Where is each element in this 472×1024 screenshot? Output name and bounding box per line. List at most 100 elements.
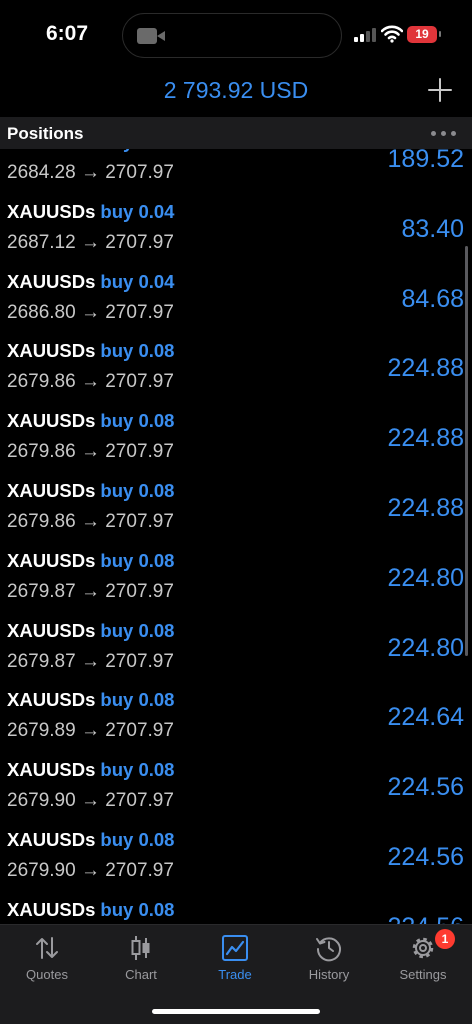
position-profit: 224.88 <box>387 354 464 383</box>
position-prices: 2679.90 → 2707.97 <box>7 790 174 812</box>
position-symbol: XAUUSDs <box>7 689 96 711</box>
position-instrument: XAUUSDsbuy 0.08 <box>7 550 174 572</box>
position-prices: 2679.90 → 2707.97 <box>7 859 174 881</box>
notification-badge: 1 <box>435 929 455 949</box>
tab-label: Chart <box>125 967 157 982</box>
position-prices: 2679.87 → 2707.97 <box>7 580 174 602</box>
position-row[interactable]: XAUUSDs buy 0.08 2679.86 → 2707.97 224.88 <box>0 476 472 546</box>
position-profit: 224.88 <box>387 424 464 453</box>
position-instrument: XAUUSDsbuy 0.08 <box>7 340 174 362</box>
position-profit: 224.80 <box>387 633 464 662</box>
position-row[interactable]: XAUUSDs buy 0.04 2687.12 → 2707.97 83.40 <box>0 197 472 267</box>
position-profit: 84.68 <box>401 284 464 313</box>
position-instrument: XAUUSDs buy 0.04 <box>7 201 174 223</box>
position-side-volume: buy 0.08 <box>100 549 175 571</box>
position-side-volume: buy 0.08 <box>100 479 175 501</box>
section-title: Positions <box>7 124 84 143</box>
position-side-volume: buy 0.08 <box>100 689 175 711</box>
position-instrument: XAUUSDsbuy 0.08 <box>7 829 174 851</box>
position-side-volume: buy 0.08 <box>100 828 175 850</box>
position-profit: 224.80 <box>387 563 464 592</box>
position-symbol: XAUUSDs <box>7 270 96 292</box>
wifi-icon <box>381 25 403 43</box>
quotes-arrows-icon <box>36 937 58 959</box>
position-symbol: XAUUSDs <box>7 410 96 432</box>
position-prices: 2679.87 → 2707.97 <box>7 650 174 672</box>
position-profit: 189.52 <box>387 149 464 173</box>
positions-list[interactable]: XAUUSDsbuy 0.082684.28 → 2707.97189.52XA… <box>0 149 472 924</box>
position-prices: 2679.89 → 2707.97 <box>7 720 174 742</box>
position-profit: 224.56 <box>387 773 464 802</box>
position-symbol: XAUUSDs <box>7 549 96 571</box>
account-balance[interactable]: 2 793.92 USD <box>0 77 472 104</box>
position-row[interactable]: XAUUSDs buy 0.08 2679.87 → 2707.97 224.80 <box>0 546 472 616</box>
clock: 6:07 <box>46 22 89 45</box>
cellular-signal-icon <box>354 28 376 42</box>
trade-chart-icon <box>222 935 248 961</box>
tab-label: Quotes <box>26 967 68 982</box>
positions-section-header: Positions <box>0 117 472 149</box>
position-row[interactable]: XAUUSDs buy 0.08 2684.28 → 2707.97 189.52 <box>0 149 472 197</box>
tab-chart[interactable]: Chart <box>94 925 188 995</box>
position-prices: 2686.80 → 2707.97 <box>7 301 174 323</box>
position-symbol: XAUUSDs <box>7 479 96 501</box>
video-camera-icon <box>137 28 165 44</box>
position-row[interactable]: XAUUSDs buy 0.08 2679.86 → 2707.97 224.88 <box>0 406 472 476</box>
tab-bar: Quotes Chart Trade History 1 Settings <box>0 924 472 1024</box>
battery-icon: 19 <box>407 26 441 43</box>
dynamic-island <box>122 13 342 58</box>
position-side-volume: buy 0.08 <box>100 149 174 152</box>
position-row[interactable]: XAUUSDsbuy 0.082679.90 → 2707.97224.56 <box>0 895 472 924</box>
history-clock-icon <box>316 937 341 962</box>
position-prices: 2687.12 → 2707.97 <box>7 231 174 253</box>
tab-trade[interactable]: Trade <box>188 925 282 995</box>
position-row[interactable]: XAUUSDs buy 0.08 2679.89 → 2707.97 224.64 <box>0 685 472 755</box>
position-profit: 224.64 <box>387 703 464 732</box>
position-prices: 2684.28 → 2707.97 <box>7 162 174 183</box>
position-profit: 224.56 <box>388 913 464 924</box>
position-row[interactable]: XAUUSDs buy 0.04 2686.80 → 2707.97 84.68 <box>0 267 472 337</box>
position-symbol: XAUUSDs <box>7 340 96 362</box>
position-instrument: XAUUSDs buy 0.08 <box>7 149 174 153</box>
position-prices: 2679.86 → 2707.97 <box>7 510 174 532</box>
position-profit: 83.40 <box>401 214 464 243</box>
position-symbol: XAUUSDs <box>7 759 96 781</box>
position-side-volume: buy 0.04 <box>100 200 175 222</box>
new-order-plus-button[interactable] <box>426 76 454 104</box>
position-side-volume: buy 0.08 <box>100 619 175 641</box>
position-row[interactable]: XAUUSDs buy 0.08 2679.87 → 2707.97 224.80 <box>0 616 472 686</box>
position-row[interactable]: XAUUSDs buy 0.08 2679.86 → 2707.97 224.88 <box>0 336 472 406</box>
gear-icon <box>412 937 434 959</box>
position-instrument: XAUUSDsbuy 0.08 <box>7 410 174 432</box>
candlestick-chart-icon <box>131 936 150 960</box>
position-side-volume: buy 0.08 <box>100 759 175 781</box>
tab-quotes[interactable]: Quotes <box>0 925 94 995</box>
position-row[interactable]: XAUUSDsbuy 0.08 2679.90 → 2707.97 224.56 <box>0 755 472 825</box>
position-side-volume: buy 0.08 <box>100 340 175 362</box>
tab-label: Settings <box>399 967 447 982</box>
home-indicator <box>152 1009 320 1014</box>
status-bar: 6:07 19 <box>0 0 472 70</box>
position-profit: 224.56 <box>387 842 464 871</box>
position-symbol: XAUUSDs <box>7 149 95 152</box>
position-instrument: XAUUSDsbuy 0.08 <box>7 899 174 921</box>
position-side-volume: buy 0.08 <box>100 898 175 920</box>
position-symbol: XAUUSDs <box>7 619 96 641</box>
position-instrument: XAUUSDsbuy 0.08 <box>7 759 174 781</box>
position-side-volume: buy 0.04 <box>100 270 175 292</box>
position-instrument: XAUUSDs buy 0.04 <box>7 271 174 293</box>
tab-settings[interactable]: 1 Settings <box>376 925 470 995</box>
tab-history[interactable]: History <box>282 925 376 995</box>
scroll-indicator[interactable] <box>465 246 468 656</box>
position-symbol: XAUUSDs <box>7 828 96 850</box>
position-symbol: XAUUSDs <box>7 898 96 920</box>
position-row[interactable]: XAUUSDsbuy 0.08 2679.90 → 2707.97 224.56 <box>0 825 472 895</box>
position-symbol: XAUUSDs <box>7 200 96 222</box>
position-side-volume: buy 0.08 <box>100 410 175 432</box>
tab-label: History <box>308 967 350 982</box>
more-options-icon[interactable] <box>431 131 457 137</box>
position-instrument: XAUUSDsbuy 0.08 <box>7 689 174 711</box>
position-profit: 224.88 <box>387 493 464 522</box>
header: 2 793.92 USD <box>0 70 472 116</box>
position-instrument: XAUUSDsbuy 0.08 <box>7 480 174 502</box>
